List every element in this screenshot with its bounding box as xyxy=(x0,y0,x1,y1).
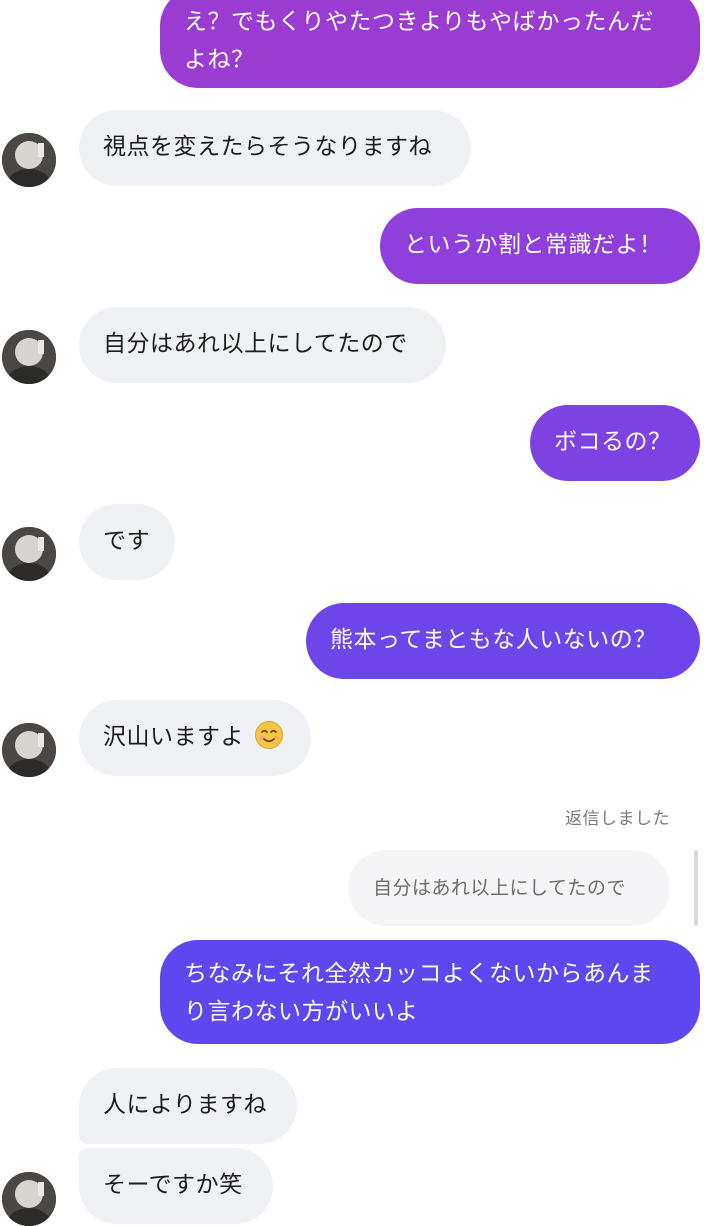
received-message[interactable]: 自分はあれ以上にしてたので xyxy=(79,307,446,383)
received-message[interactable]: 沢山いますよ xyxy=(79,700,311,776)
avatar[interactable] xyxy=(2,133,56,187)
avatar[interactable] xyxy=(2,1172,56,1226)
avatar[interactable] xyxy=(2,330,56,384)
received-message[interactable]: 視点を変えたらそうなりますね xyxy=(79,110,471,186)
avatar-image xyxy=(2,1172,56,1226)
message-text: 沢山いますよ xyxy=(103,724,244,750)
sent-message[interactable]: というか割と常識だよ！ xyxy=(380,208,700,284)
message-text: ちなみにそれ全然カッコよくないからあんまり言わない方がいいよ xyxy=(184,961,654,1025)
message-text: 自分はあれ以上にしてたので xyxy=(103,331,408,357)
smiling-face-icon xyxy=(254,721,283,749)
avatar[interactable] xyxy=(2,723,56,777)
received-message[interactable]: 人によりますね xyxy=(79,1068,297,1144)
avatar-image xyxy=(2,723,56,777)
message-text: というか割と常識だよ！ xyxy=(404,232,663,258)
message-text: そーですか笑 xyxy=(103,1172,243,1198)
quoted-message[interactable]: 自分はあれ以上にしてたので xyxy=(348,850,670,926)
message-text: です xyxy=(103,528,150,554)
quoted-text: 自分はあれ以上にしてたので xyxy=(373,877,626,899)
avatar-image xyxy=(2,133,56,187)
sent-message[interactable]: ボコるの？ xyxy=(530,405,700,481)
sent-message[interactable]: え？でもくりやたつきよりもやばかったんだよね？ xyxy=(160,0,700,88)
avatar-image xyxy=(2,330,56,384)
message-text: 人によりますね xyxy=(103,1092,268,1118)
avatar-image xyxy=(2,527,56,581)
reply-label: 返信しました xyxy=(565,809,670,829)
sent-message[interactable]: ちなみにそれ全然カッコよくないからあんまり言わない方がいいよ xyxy=(160,940,700,1044)
received-message[interactable]: そーですか笑 xyxy=(79,1148,273,1224)
message-text: 視点を変えたらそうなりますね xyxy=(103,134,432,160)
received-message[interactable]: です xyxy=(79,504,175,580)
quote-indicator-bar xyxy=(694,850,698,926)
message-text: え？でもくりやたつきよりもやばかったんだよね？ xyxy=(184,9,654,73)
message-text: 熊本ってまともな人いないの？ xyxy=(330,627,657,653)
sent-message[interactable]: 熊本ってまともな人いないの？ xyxy=(306,603,700,679)
message-text: ボコるの？ xyxy=(554,429,672,455)
avatar[interactable] xyxy=(2,527,56,581)
